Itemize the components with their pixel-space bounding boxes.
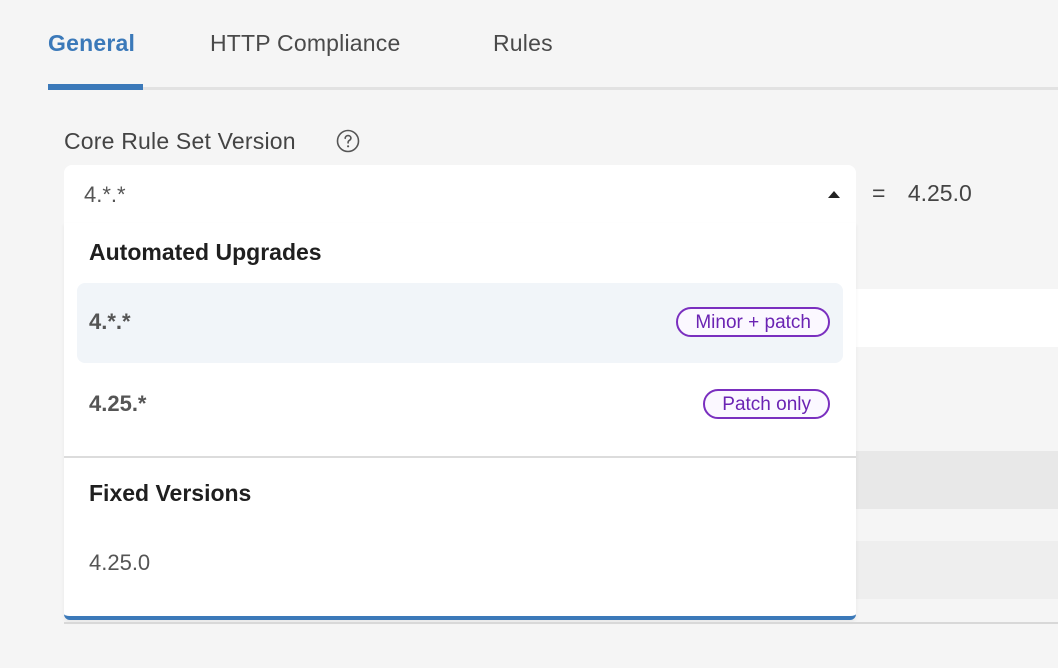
resolved-version-value: 4.25.0 — [907, 180, 972, 206]
option-label: 4.25.0 — [89, 550, 151, 575]
caret-up-icon — [828, 191, 840, 198]
group-title-fixed-versions: Fixed Versions — [89, 480, 252, 506]
group-title-automated-upgrades: Automated Upgrades — [89, 239, 322, 265]
tab-rules[interactable]: Rules — [493, 30, 553, 57]
field-underline — [64, 622, 1058, 624]
background-row — [856, 451, 1058, 509]
active-tab-indicator — [48, 84, 143, 90]
tab-http-compliance[interactable]: HTTP Compliance — [210, 30, 400, 57]
background-row — [856, 541, 1058, 599]
badge-patch-only: Patch only — [703, 389, 830, 419]
option-4-25-0[interactable]: 4.25.0 — [77, 524, 843, 604]
core-rule-set-version-label: Core Rule Set Version — [64, 128, 296, 154]
option-4-25-x[interactable]: 4.25.* Patch only — [77, 365, 843, 445]
tab-general[interactable]: General — [48, 30, 135, 57]
option-4-x-x[interactable]: 4.*.* Minor + patch — [77, 283, 843, 363]
equals-sign: = — [872, 180, 886, 206]
background-row — [856, 289, 1058, 347]
question-circle-icon[interactable] — [336, 129, 360, 153]
badge-minor-patch: Minor + patch — [676, 307, 830, 337]
resolved-version: = 4.25.0 — [872, 180, 972, 207]
core-rule-set-version-select[interactable]: 4.*.* — [64, 165, 856, 223]
option-label: 4.*.* — [89, 309, 131, 334]
tab-bar: General HTTP Compliance Rules — [48, 0, 1058, 90]
select-current-value: 4.*.* — [84, 182, 126, 207]
version-dropdown-menu: Automated Upgrades 4.*.* Minor + patch 4… — [64, 223, 856, 620]
group-divider — [64, 456, 856, 458]
option-label: 4.25.* — [89, 391, 147, 416]
